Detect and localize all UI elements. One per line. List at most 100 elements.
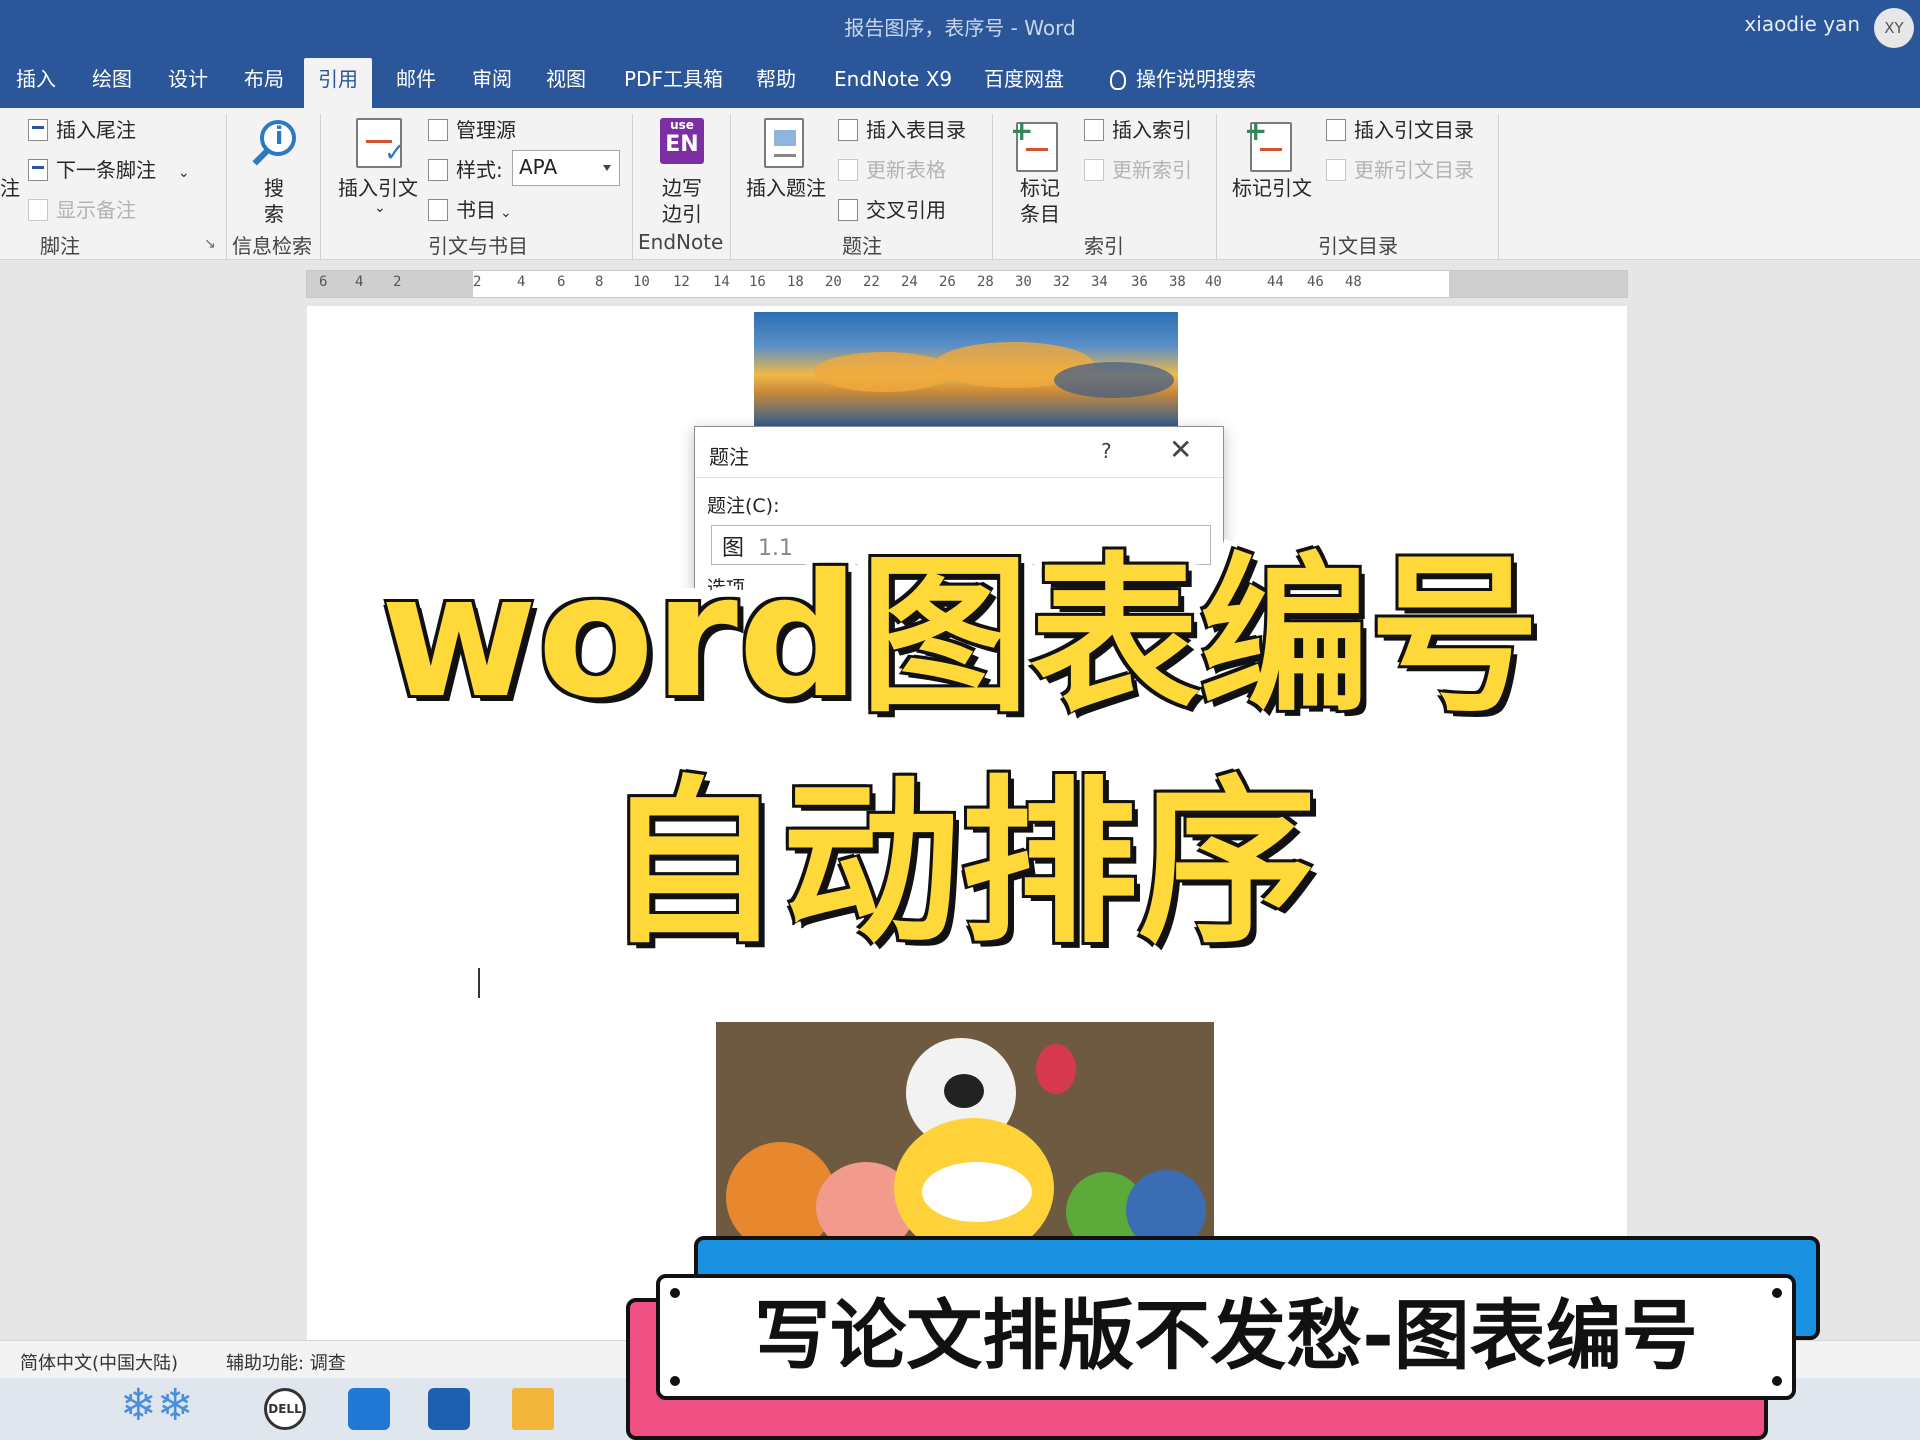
- tab-layout[interactable]: 布局: [230, 58, 298, 108]
- tab-endnote[interactable]: EndNote X9: [820, 58, 966, 108]
- update-index-icon: [1084, 159, 1104, 181]
- bibliography-button[interactable]: 书目 ⌄: [428, 194, 512, 223]
- cross-reference-icon: [838, 199, 858, 221]
- mail-icon[interactable]: [348, 1388, 390, 1430]
- update-toa-button: 更新引文目录: [1326, 154, 1474, 183]
- ribbon: 注 插入尾注 下一条脚注⌄ 显示备注 脚注 ↘ 搜 索 信息检索 ✓ 插入引文 …: [0, 108, 1920, 260]
- insert-caption-icon[interactable]: [764, 118, 804, 168]
- ruler-left-margin: [307, 271, 473, 297]
- cross-reference-label: 交叉引用: [866, 198, 946, 222]
- ruler-tick-label: 4: [355, 274, 364, 290]
- tab-review[interactable]: 审阅: [458, 58, 526, 108]
- ruler-tick-label: 8: [595, 274, 604, 290]
- tab-view[interactable]: 视图: [532, 58, 600, 108]
- manage-sources-label: 管理源: [456, 118, 516, 142]
- mark-citation-icon[interactable]: +: [1244, 114, 1292, 172]
- citation-style-value: APA: [519, 155, 558, 179]
- store-icon[interactable]: [428, 1388, 470, 1430]
- tab-baidu-netdisk[interactable]: 百度网盘: [970, 58, 1078, 108]
- insert-citation-icon[interactable]: ✓: [356, 118, 406, 168]
- tab-insert[interactable]: 插入: [2, 58, 70, 108]
- horizontal-ruler[interactable]: 6 4 2 2 4 6 8 10 12 14 16 18 20 22 24 26 28 30 32 34 36 38 40 4…: [306, 270, 1628, 298]
- ruler-tick-label: 26: [939, 274, 956, 290]
- insert-toa-button[interactable]: 插入引文目录: [1326, 114, 1474, 143]
- user-name[interactable]: xiaodie yan: [1744, 12, 1860, 36]
- ruler-tick-label: 2: [393, 274, 402, 290]
- next-footnote-label: 下一条脚注: [56, 158, 156, 182]
- folder-icon[interactable]: [512, 1388, 554, 1430]
- subtitle-text: 写论文排版不发愁-图表编号: [754, 1291, 1698, 1380]
- update-table-button: 更新表格: [838, 154, 946, 183]
- help-icon[interactable]: ?: [1101, 439, 1112, 463]
- mark-entry-icon[interactable]: +: [1010, 114, 1058, 172]
- search-icon[interactable]: [252, 120, 298, 166]
- ruler-tick-label: 38: [1169, 274, 1186, 290]
- ruler-tick-label: 46: [1307, 274, 1324, 290]
- ruler-tick-label: 30: [1015, 274, 1032, 290]
- dropdown-caret-icon: [603, 165, 611, 171]
- cartoon-characters-image[interactable]: [716, 1022, 1214, 1240]
- insert-index-icon: [1084, 119, 1104, 141]
- insert-table-of-figures-button[interactable]: 插入表目录: [838, 114, 966, 143]
- tab-draw[interactable]: 绘图: [78, 58, 146, 108]
- ruler-tick-label: 18: [787, 274, 804, 290]
- tab-pdf-toolbox[interactable]: PDF工具箱: [610, 58, 737, 108]
- dell-icon[interactable]: DELL: [264, 1388, 306, 1430]
- search-label-2[interactable]: 索: [264, 198, 284, 227]
- cite-while-write-label-2[interactable]: 边引: [662, 198, 702, 227]
- manage-sources-icon: [428, 119, 448, 141]
- user-avatar[interactable]: XY: [1874, 8, 1914, 48]
- group-label-endnote: EndNote: [638, 230, 724, 254]
- insert-footnote-partial[interactable]: 注: [0, 172, 20, 201]
- sky-image[interactable]: [754, 312, 1178, 426]
- group-label-index: 索引: [1084, 234, 1124, 258]
- show-notes-label: 显示备注: [56, 198, 136, 222]
- tab-mailings[interactable]: 邮件: [382, 58, 450, 108]
- cross-reference-button[interactable]: 交叉引用: [838, 194, 946, 223]
- tell-me-search[interactable]: 操作说明搜索: [1096, 58, 1270, 108]
- close-icon[interactable]: ✕: [1169, 433, 1192, 466]
- style-icon: [428, 159, 448, 181]
- insert-caption-button[interactable]: 插入题注: [746, 172, 826, 201]
- dialog-launcher-icon[interactable]: ↘: [204, 236, 216, 252]
- manage-sources-button[interactable]: 管理源: [428, 114, 516, 143]
- citation-style-select[interactable]: APA: [512, 150, 620, 186]
- ruler-right-margin: [1449, 271, 1627, 297]
- chevron-down-icon: ⌄: [500, 205, 512, 221]
- ruler-tick-label: 22: [863, 274, 880, 290]
- group-label-citations: 引文与书目: [428, 234, 528, 258]
- mark-citation-button[interactable]: 标记引文: [1232, 172, 1312, 201]
- update-table-label: 更新表格: [866, 158, 946, 182]
- tab-help[interactable]: 帮助: [742, 58, 810, 108]
- ruler-tick-label: 44: [1267, 274, 1284, 290]
- update-index-button: 更新索引: [1084, 154, 1192, 183]
- insert-index-button[interactable]: 插入索引: [1084, 114, 1192, 143]
- status-language[interactable]: 简体中文(中国大陆): [20, 1349, 178, 1375]
- endnote-icon: [28, 119, 48, 141]
- insert-endnote-button[interactable]: 插入尾注: [28, 114, 136, 143]
- next-footnote-button[interactable]: 下一条脚注 ⌄: [28, 154, 190, 183]
- insert-table-of-figures-label: 插入表目录: [866, 118, 966, 142]
- chevron-down-icon[interactable]: ⌄: [374, 200, 386, 216]
- status-accessibility[interactable]: 辅助功能: 调查: [226, 1349, 346, 1375]
- group-separator: [320, 114, 321, 260]
- endnote-logo-top: use: [670, 118, 694, 132]
- snowflake-icon[interactable]: ❄❄: [120, 1380, 224, 1438]
- title-bar: 报告图序，表序号 - Word xiaodie yan XY 插入 绘图 设计 …: [0, 0, 1920, 108]
- group-separator: [632, 114, 633, 260]
- insert-endnote-label: 插入尾注: [56, 118, 136, 142]
- tab-design[interactable]: 设计: [154, 58, 222, 108]
- insert-citation-button[interactable]: 插入引文: [338, 172, 418, 201]
- ruler-tick-label: 4: [517, 274, 526, 290]
- cite-while-write-label-1[interactable]: 边写: [662, 172, 702, 201]
- ruler-tick-label: 16: [749, 274, 766, 290]
- endnote-logo-icon[interactable]: use EN: [660, 118, 704, 164]
- mark-entry-label-2[interactable]: 条目: [1020, 198, 1060, 227]
- group-label-research: 信息检索: [232, 234, 312, 258]
- tab-references[interactable]: 引用: [304, 58, 372, 108]
- style-label: 样式:: [428, 154, 503, 183]
- caption-field-label: 题注(C):: [707, 495, 780, 517]
- group-separator: [730, 114, 731, 260]
- mark-entry-label-1[interactable]: 标记: [1020, 172, 1060, 201]
- search-label-1[interactable]: 搜: [264, 172, 284, 201]
